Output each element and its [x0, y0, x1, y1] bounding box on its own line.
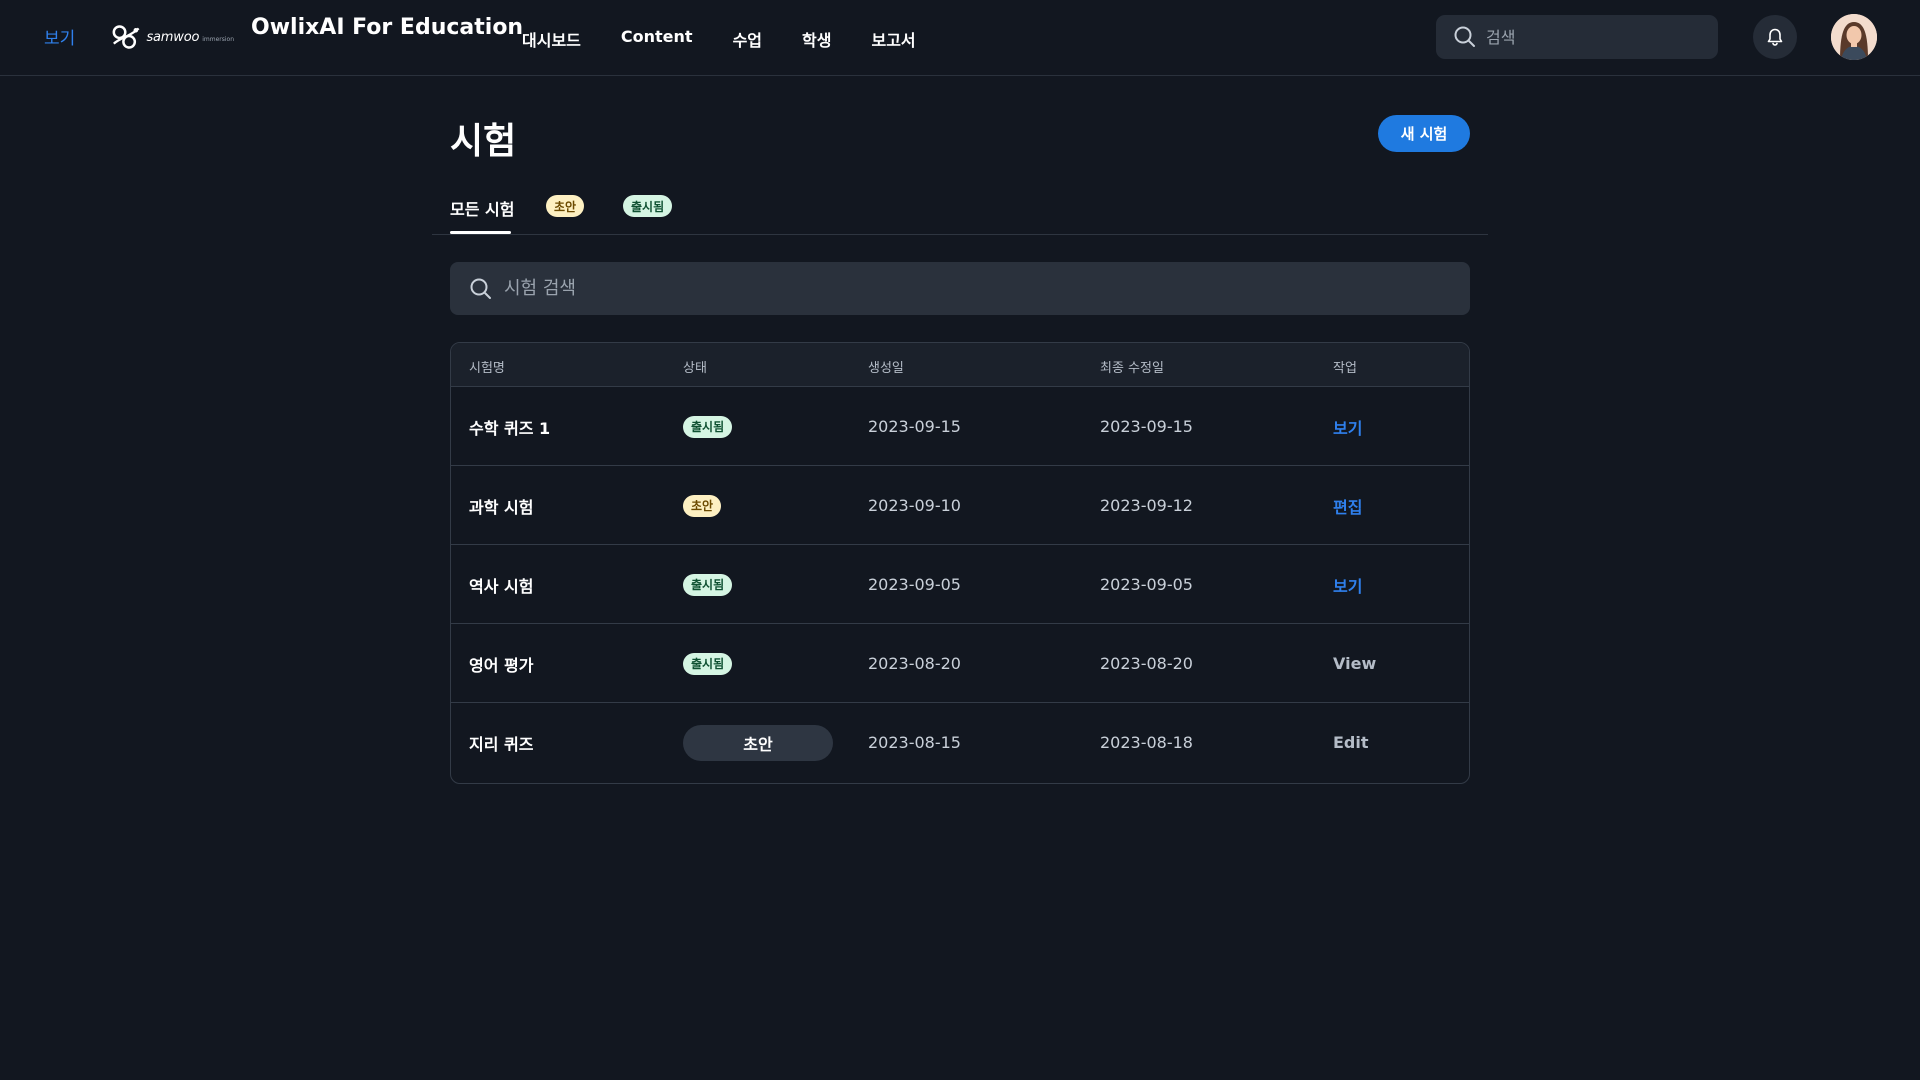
created-date: 2023-09-05: [868, 575, 961, 594]
header-exam-name: 시험명: [469, 361, 505, 376]
status-cell: 초안: [683, 703, 833, 782]
created-date: 2023-08-20: [868, 654, 961, 673]
status-badge: 출시됨: [683, 652, 733, 675]
tab-published[interactable]: 출시됨: [623, 195, 673, 217]
tab-draft[interactable]: 초안: [546, 195, 585, 217]
samwoo-logo[interactable]: samwoo immersion: [110, 18, 234, 56]
notifications-button[interactable]: [1753, 15, 1797, 59]
table-row: 과학 시험 초안 2023-09-10 2023-09-12 편집: [451, 466, 1469, 545]
nav-item-students[interactable]: 학생: [802, 27, 831, 51]
bell-icon: [1767, 28, 1783, 46]
table-row: 지리 퀴즈 초안 2023-08-15 2023-08-18 Edit: [451, 703, 1469, 782]
top-navigation-bar: 보기 samwoo immersion OwlixAI For Educatio…: [0, 0, 1920, 76]
view-action-link[interactable]: 보기: [1333, 387, 1362, 466]
exam-search[interactable]: [450, 262, 1470, 315]
nav-item-classes[interactable]: 수업: [733, 27, 762, 51]
status-cell: 초안: [683, 466, 722, 545]
header-created: 생성일: [868, 361, 904, 376]
view-action-link[interactable]: 보기: [1333, 545, 1362, 624]
status-badge: 출시됨: [683, 415, 733, 438]
table-row: 역사 시험 출시됨 2023-09-05 2023-09-05 보기: [451, 545, 1469, 624]
created-date: 2023-09-10: [868, 496, 961, 515]
modified-date: 2023-09-05: [1100, 575, 1193, 594]
table-header: 시험명 상태 생성일 최종 수정일 작업: [451, 343, 1469, 387]
header-status: 상태: [683, 361, 707, 376]
status-cell: 출시됨: [683, 387, 733, 466]
global-search-input[interactable]: [1486, 27, 1696, 47]
tabs-divider: [432, 234, 1488, 235]
logo-subtext: immersion: [202, 35, 234, 43]
header-action: 작업: [1333, 361, 1357, 376]
exam-name: 지리 퀴즈: [469, 734, 534, 754]
table-row: 수학 퀴즈 1 출시됨 2023-09-15 2023-09-15 보기: [451, 387, 1469, 466]
app-title: OwlixAI For Education: [251, 15, 524, 40]
page-title: 시험: [450, 121, 517, 162]
table-row: 영어 평가 출시됨 2023-08-20 2023-08-20 View: [451, 624, 1469, 703]
view-link[interactable]: 보기: [44, 24, 75, 49]
exam-name: 영어 평가: [469, 655, 534, 675]
search-icon: [1454, 26, 1475, 47]
tab-all-exams[interactable]: 모든 시험: [450, 196, 514, 220]
status-cell: 출시됨: [683, 624, 733, 703]
exams-table: 시험명 상태 생성일 최종 수정일 작업 수학 퀴즈 1 출시됨 2023-09…: [450, 342, 1470, 784]
user-avatar-image: [1831, 14, 1877, 60]
nav-item-reports[interactable]: 보고서: [871, 27, 915, 51]
main-nav: 대시보드 Content 수업 학생 보고서: [522, 27, 956, 51]
nav-item-dashboard[interactable]: 대시보드: [522, 27, 581, 51]
new-exam-button[interactable]: 새 시험: [1378, 115, 1470, 152]
view-action-link[interactable]: View: [1333, 624, 1376, 703]
modified-date: 2023-08-18: [1100, 733, 1193, 752]
user-avatar[interactable]: [1831, 14, 1877, 60]
created-date: 2023-08-15: [868, 733, 961, 752]
edit-action-link[interactable]: 편집: [1333, 466, 1362, 545]
modified-date: 2023-09-15: [1100, 417, 1193, 436]
exam-search-input[interactable]: [504, 278, 1404, 299]
exam-name: 수학 퀴즈 1: [469, 418, 551, 438]
edit-action-link[interactable]: Edit: [1333, 703, 1369, 782]
status-cell: 출시됨: [683, 545, 733, 624]
status-badge: 초안: [683, 724, 833, 761]
modified-date: 2023-09-12: [1100, 496, 1193, 515]
status-badge: 초안: [683, 494, 722, 517]
global-search[interactable]: [1436, 15, 1718, 59]
modified-date: 2023-08-20: [1100, 654, 1193, 673]
logo-wordmark: samwoo: [146, 29, 200, 45]
header-modified: 최종 수정일: [1100, 361, 1164, 376]
exam-name: 역사 시험: [469, 576, 534, 596]
status-badge: 출시됨: [683, 573, 733, 596]
exam-name: 과학 시험: [469, 497, 534, 517]
samwoo-logo-mark-icon: [112, 25, 140, 49]
nav-item-content[interactable]: Content: [621, 27, 693, 51]
created-date: 2023-09-15: [868, 417, 961, 436]
search-icon: [470, 278, 491, 299]
